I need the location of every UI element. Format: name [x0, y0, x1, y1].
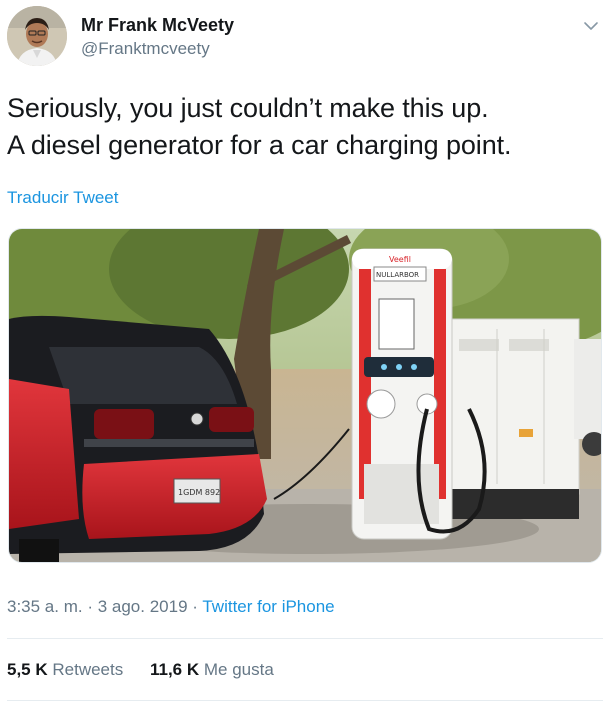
retweets-count: 5,5 K — [7, 660, 48, 679]
translate-tweet-link[interactable]: Traducir Tweet — [7, 188, 119, 208]
meta-separator: · — [82, 597, 98, 616]
tweet-text: Seriously, you just couldn’t make this u… — [7, 90, 597, 164]
tweet-meta: 3:35 a. m. · 3 ago. 2019 · Twitter for i… — [7, 597, 335, 617]
divider — [7, 700, 603, 701]
divider — [7, 638, 603, 639]
meta-separator: · — [187, 597, 203, 616]
charger-brand: Veefil — [389, 255, 411, 264]
license-plate: 1GDM 892 — [178, 488, 220, 497]
user-handle[interactable]: @Franktmcveety — [81, 38, 234, 60]
tweet-stats: 5,5 K Retweets 11,6 K Me gusta — [7, 660, 296, 680]
chevron-down-icon[interactable] — [583, 18, 599, 34]
display-name[interactable]: Mr Frank McVeety — [81, 14, 234, 36]
retweets-label: Retweets — [52, 660, 124, 679]
tweet-text-line: Seriously, you just couldn’t make this u… — [7, 93, 489, 123]
tweet-source-link[interactable]: Twitter for iPhone — [202, 597, 334, 616]
tweet-date[interactable]: 3 ago. 2019 — [98, 597, 188, 616]
avatar[interactable] — [7, 6, 67, 66]
charger-model-label: NULLARBOR — [376, 271, 419, 279]
likes-count: 11,6 K — [149, 660, 200, 679]
likes-label: Me gusta — [203, 660, 274, 679]
retweets-stat[interactable]: 5,5 K Retweets — [7, 660, 123, 680]
likes-stat[interactable]: 11,6 K Me gusta — [150, 660, 274, 680]
tweet-time[interactable]: 3:35 a. m. — [7, 597, 83, 616]
tweet-header: Mr Frank McVeety @Franktmcveety — [7, 6, 607, 70]
tweet-text-line: A diesel generator for a car charging po… — [7, 130, 512, 160]
tweet-photo[interactable]: Veefil NULLARBOR 1GDM 892 — [8, 228, 602, 563]
